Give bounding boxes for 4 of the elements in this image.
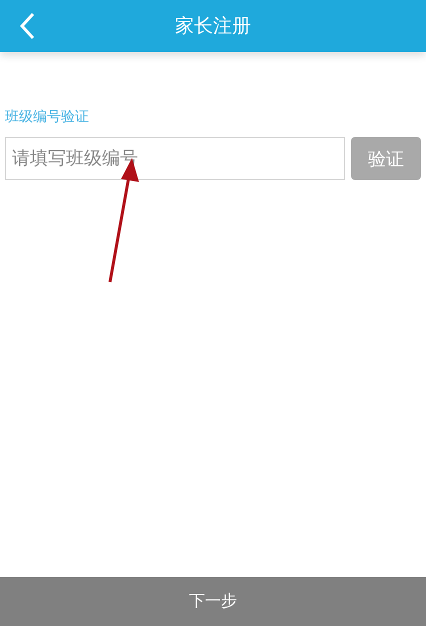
section-label: 班级编号验证 xyxy=(5,108,89,126)
page-title: 家长注册 xyxy=(175,14,251,39)
next-step-button[interactable]: 下一步 xyxy=(0,577,426,626)
back-icon xyxy=(19,12,35,40)
